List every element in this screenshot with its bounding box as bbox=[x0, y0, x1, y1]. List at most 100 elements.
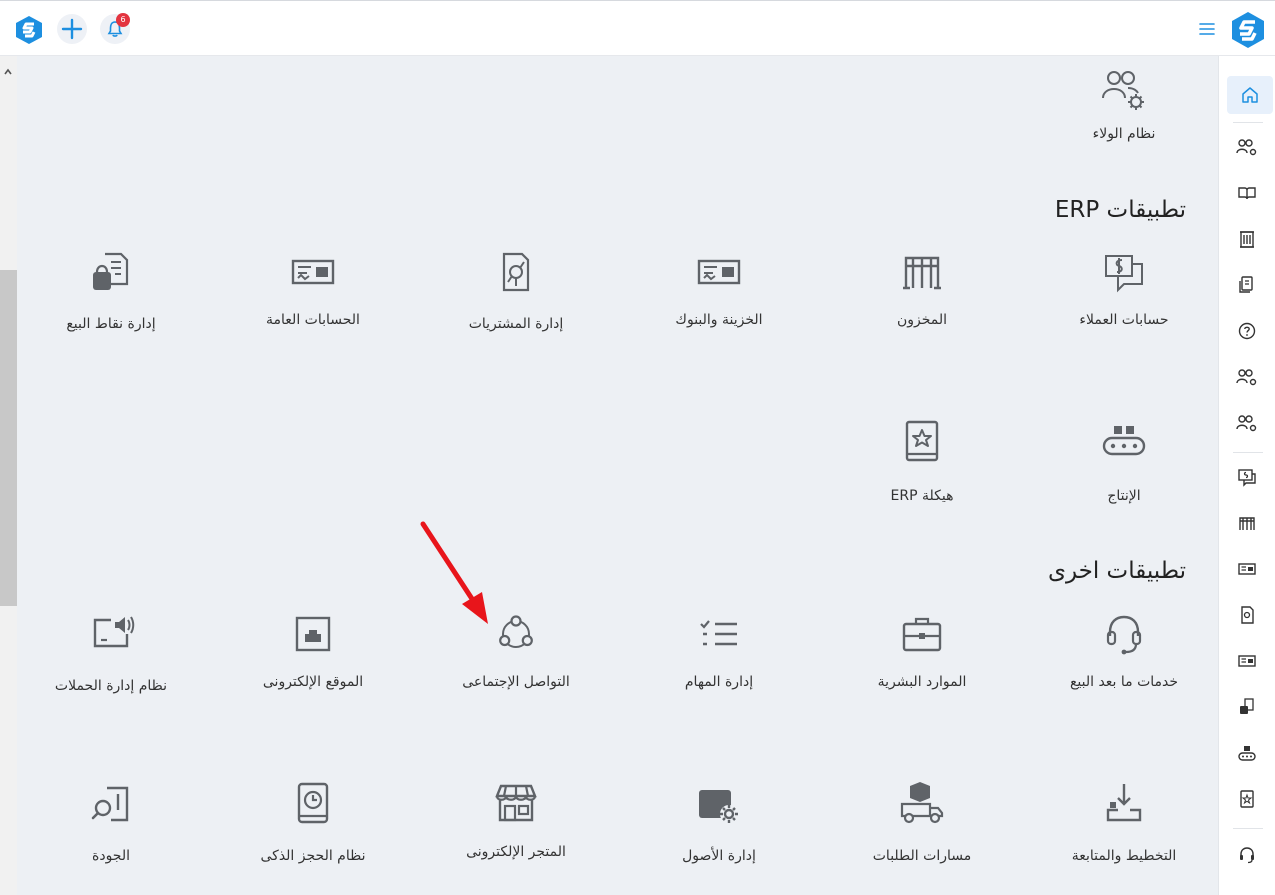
app-logo-icon[interactable] bbox=[14, 15, 44, 45]
warehouse-icon bbox=[903, 256, 941, 290]
app-label: هيكلة ERP bbox=[890, 488, 954, 504]
help-icon bbox=[1238, 322, 1256, 340]
scrollbar[interactable] bbox=[0, 56, 17, 895]
app-label: الحسابات العامة bbox=[266, 312, 360, 328]
building-icon bbox=[1240, 231, 1254, 248]
app-label: نظام إدارة الحملات bbox=[54, 678, 168, 694]
sidebar-item-erp-structure[interactable] bbox=[1228, 782, 1266, 816]
sidebar-item-documents[interactable] bbox=[1228, 268, 1266, 302]
app-general-accounts[interactable]: الحسابات العامة bbox=[213, 246, 413, 366]
app-quality[interactable]: الجودة bbox=[11, 778, 211, 895]
app-after-sales[interactable]: خدمات ما بعد البيع bbox=[1024, 608, 1224, 728]
app-campaigns[interactable]: نظام إدارة الحملات bbox=[11, 608, 211, 728]
plus-icon bbox=[61, 18, 83, 40]
app-hr[interactable]: الموارد البشرية bbox=[822, 608, 1022, 728]
app-ecommerce[interactable]: المتجر الإلكترونى bbox=[416, 778, 616, 895]
money-chat-icon bbox=[1238, 469, 1256, 487]
app-label: إدارة الأصول bbox=[682, 848, 756, 864]
warehouse-icon bbox=[1239, 517, 1255, 530]
storefront-icon bbox=[495, 784, 537, 822]
app-label: الموقع الإلكترونى bbox=[262, 674, 364, 690]
section-title-erp: تطبيقات ERP bbox=[1054, 197, 1186, 223]
app-customer-accounts[interactable]: حسابات العملاء bbox=[1024, 246, 1224, 366]
sidebar-item-customer-accounts[interactable] bbox=[1228, 460, 1266, 494]
cash-icon bbox=[291, 259, 335, 285]
app-inventory[interactable]: المخزون bbox=[822, 246, 1022, 366]
app-label: الخزينة والبنوك bbox=[675, 312, 763, 328]
star-book-icon bbox=[1240, 790, 1254, 808]
shopping-bag-icon bbox=[1240, 698, 1254, 714]
app-label: إدارة المشتريات bbox=[468, 316, 564, 332]
app-loyalty[interactable]: نظام الولاء bbox=[1024, 62, 1224, 182]
app-label: التواصل الإجتماعى bbox=[462, 674, 570, 690]
headset-icon bbox=[1240, 847, 1254, 864]
app-pos[interactable]: إدارة نقاط البيع bbox=[11, 246, 211, 366]
users-gear-icon bbox=[1236, 369, 1257, 386]
headset-icon bbox=[1106, 615, 1142, 655]
receipt-hand-icon bbox=[502, 252, 530, 292]
app-production[interactable]: الإنتاج bbox=[1024, 414, 1224, 534]
app-label: نظام الولاء bbox=[1092, 126, 1156, 142]
website-icon bbox=[295, 616, 331, 652]
cash-icon bbox=[1238, 563, 1256, 575]
sidebar-item-production[interactable] bbox=[1228, 736, 1266, 770]
cash-icon bbox=[1238, 655, 1256, 667]
app-purchases[interactable]: إدارة المشتريات bbox=[416, 246, 616, 366]
briefcase-icon bbox=[902, 617, 942, 652]
scroll-up-icon[interactable] bbox=[3, 62, 13, 75]
app-label: الإنتاج bbox=[1107, 488, 1141, 504]
conveyor-icon bbox=[1238, 746, 1256, 761]
annotation-arrow-icon bbox=[420, 521, 488, 624]
sidebar-item-after-sales[interactable] bbox=[1228, 838, 1266, 872]
sidebar-item-loyalty[interactable] bbox=[1228, 130, 1266, 164]
sidebar-item-home[interactable] bbox=[1227, 76, 1273, 114]
users-gear-icon bbox=[1236, 139, 1257, 156]
app-label: الموارد البشرية bbox=[877, 674, 967, 690]
top-bar: 6 bbox=[0, 0, 1275, 56]
app-smart-booking[interactable]: نظام الحجز الذكى bbox=[213, 778, 413, 895]
sidebar-item-purchases[interactable] bbox=[1228, 598, 1266, 632]
app-label: نظام الحجز الذكى bbox=[260, 848, 366, 864]
notifications-button[interactable]: 6 bbox=[100, 13, 130, 44]
delivery-truck-icon bbox=[900, 782, 944, 824]
sidebar-item-book[interactable] bbox=[1228, 176, 1266, 210]
app-tasks[interactable]: إدارة المهام bbox=[619, 608, 819, 728]
sidebar-item-general-accounts[interactable] bbox=[1228, 644, 1266, 678]
star-book-icon bbox=[905, 420, 939, 462]
app-label: المتجر الإلكترونى bbox=[466, 844, 566, 860]
planning-icon bbox=[1106, 784, 1142, 822]
app-erp-structure[interactable]: هيكلة ERP bbox=[822, 414, 1022, 534]
quality-search-icon bbox=[91, 786, 129, 822]
sidebar-item-pos[interactable] bbox=[1228, 690, 1266, 724]
sidebar-item-building[interactable] bbox=[1228, 222, 1266, 256]
sidebar-item-help[interactable] bbox=[1228, 314, 1266, 348]
sidebar-item-users-2[interactable] bbox=[1228, 406, 1266, 440]
home-icon bbox=[1242, 87, 1258, 103]
notification-badge: 6 bbox=[116, 13, 130, 27]
assets-gear-icon bbox=[699, 790, 738, 823]
receipt-hand-icon bbox=[1241, 606, 1254, 624]
app-label: خدمات ما بعد البيع bbox=[1069, 674, 1179, 690]
app-label: إدارة نقاط البيع bbox=[66, 316, 156, 332]
app-label: مسارات الطلبات bbox=[872, 848, 972, 864]
checklist-icon bbox=[700, 620, 737, 646]
app-assets[interactable]: إدارة الأصول bbox=[619, 778, 819, 895]
app-treasury-banks[interactable]: الخزينة والبنوك bbox=[619, 246, 819, 366]
app-website[interactable]: الموقع الإلكترونى bbox=[213, 608, 413, 728]
app-label: الجودة bbox=[92, 848, 130, 864]
app-label: المخزون bbox=[896, 312, 948, 328]
menu-toggle-icon[interactable] bbox=[1199, 21, 1215, 35]
brand-logo-icon[interactable] bbox=[1230, 11, 1266, 49]
app-order-routes[interactable]: مسارات الطلبات bbox=[822, 778, 1022, 895]
add-button[interactable] bbox=[57, 14, 87, 44]
app-planning[interactable]: التخطيط والمتابعة bbox=[1024, 778, 1224, 895]
users-gear-icon bbox=[1102, 71, 1144, 110]
clock-book-icon bbox=[297, 782, 329, 824]
open-book-icon bbox=[1238, 187, 1256, 200]
cash-icon bbox=[697, 259, 741, 285]
conveyor-icon bbox=[1102, 426, 1146, 456]
sidebar-item-inventory[interactable] bbox=[1228, 506, 1266, 540]
sidebar-item-users-1[interactable] bbox=[1228, 360, 1266, 394]
section-title-other: تطبيقات اخرى bbox=[1047, 558, 1186, 584]
sidebar-item-treasury[interactable] bbox=[1228, 552, 1266, 586]
